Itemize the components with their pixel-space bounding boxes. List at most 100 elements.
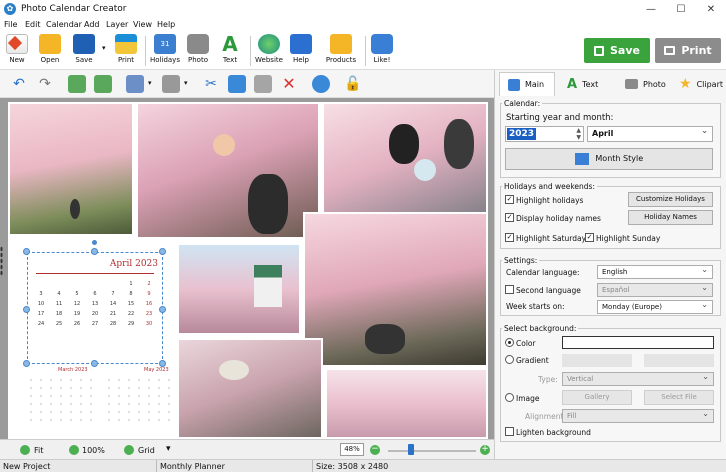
new-button[interactable]: New [5,34,29,64]
maximize-icon[interactable]: ☐ [668,2,694,17]
calendar-language-select[interactable]: English [597,265,713,279]
menu-file[interactable]: File [4,20,17,29]
website-button[interactable]: Website [254,34,284,64]
gradient-color-2[interactable] [644,354,714,367]
minimize-icon[interactable]: — [638,2,664,17]
gradient-color-1[interactable] [562,354,632,367]
rotate-handle[interactable] [92,240,97,245]
text-a-icon: A [222,32,238,56]
lighten-background-checkbox[interactable] [505,427,514,436]
zoom-100-button[interactable]: 100% [82,446,105,455]
menu-calendar[interactable]: Calendar [46,20,82,29]
second-language-select[interactable]: Español [597,283,713,297]
grid-dropdown-icon[interactable]: ▾ [166,444,171,454]
year-spin-icon[interactable]: ▲ ▼ [576,127,581,141]
open-button[interactable]: Open [38,34,62,64]
panel-grip[interactable] [0,246,3,276]
copy-icon[interactable] [228,75,246,93]
save-button[interactable]: Save [584,38,650,63]
fit-button[interactable]: Fit [34,446,43,455]
menu-add[interactable]: Add [84,20,100,29]
resize-handle[interactable] [23,248,30,255]
gradient-radio[interactable] [505,355,514,364]
undo-icon[interactable]: ↶ [10,75,28,93]
tab-text[interactable]: A Text [559,72,615,96]
tab-clipart[interactable]: ★ Clipart [671,72,726,96]
tab-photo[interactable]: Photo [617,72,673,96]
resize-handle[interactable] [159,248,166,255]
align-dropdown-icon[interactable]: ▾ [148,79,152,87]
menu-help[interactable]: Help [157,20,175,29]
save-toolbar-button[interactable]: Save [72,34,96,64]
resize-handle[interactable] [159,306,166,313]
photo-parents-bubbles[interactable] [322,102,488,214]
highlight-sunday-checkbox[interactable]: ✓ [585,233,594,242]
week-starts-select[interactable]: Monday (Europe) [597,300,713,314]
photo-button[interactable]: Photo [186,34,210,64]
paste-icon[interactable] [254,75,272,93]
resize-handle[interactable] [91,360,98,367]
grid-button[interactable]: Grid [138,446,155,455]
holiday-names-button[interactable]: Holiday Names [628,210,713,225]
month-select[interactable]: April [587,126,713,142]
zoom-slider-thumb[interactable] [408,444,414,455]
like-button[interactable]: Like! [370,34,394,64]
text-button[interactable]: A Text [218,34,242,64]
distribute-icon[interactable] [162,75,180,93]
print-toolbar-button[interactable]: Print [114,34,138,64]
photo-woman-hat[interactable] [177,338,323,439]
photo-castle[interactable] [177,243,301,335]
photo-family-baby[interactable] [136,102,320,239]
bring-forward-icon[interactable] [68,75,86,93]
lock-icon[interactable]: 🔓 [344,75,362,93]
select-file-button[interactable]: Select File [644,390,714,405]
image-radio[interactable] [505,393,514,402]
second-language-checkbox[interactable] [505,285,514,294]
resize-handle[interactable] [91,248,98,255]
zoom-level-field[interactable]: 48% [340,443,364,456]
zoom-100-icon[interactable] [69,445,79,455]
tab-main[interactable]: Main [499,72,555,96]
photo-blossom-trees[interactable] [325,368,488,439]
gradient-type-select[interactable]: Vertical [562,372,714,386]
calendar-page[interactable]: April 2023 1 2 3 4 5 6 7 8 9 10 11 12 13 14 15 16 17 18 19… [8,102,488,439]
menu-view[interactable]: View [133,20,152,29]
send-backward-icon[interactable] [94,75,112,93]
fit-icon[interactable] [20,445,30,455]
photo-picnic[interactable] [303,212,488,367]
month-style-button[interactable]: Month Style [505,148,713,170]
alignment-select[interactable]: Fill [562,409,714,423]
cut-icon[interactable]: ✂ [202,75,220,93]
year-value[interactable]: 2023 [507,128,537,140]
grid-icon[interactable] [124,445,134,455]
redo-icon[interactable]: ↷ [36,75,54,93]
save-dropdown-icon[interactable]: ▾ [102,44,106,52]
photo-cherry-path[interactable] [8,102,134,236]
close-icon[interactable]: ✕ [698,2,724,17]
color-swatch[interactable] [562,336,714,349]
gallery-button[interactable]: Gallery [562,390,632,405]
resize-handle[interactable] [23,360,30,367]
year-stepper[interactable]: 2023 ▲ ▼ [505,126,584,142]
zoom-out-icon[interactable]: − [370,445,380,455]
holidays-button[interactable]: 31 Holidays [150,34,180,64]
zoom-in-icon[interactable]: + [480,445,490,455]
highlight-holidays-checkbox[interactable]: ✓ [505,195,514,204]
customize-holidays-button[interactable]: Customize Holidays [628,192,713,207]
menu-layer[interactable]: Layer [106,20,128,29]
color-radio[interactable] [505,338,514,347]
highlight-saturday-checkbox[interactable]: ✓ [505,233,514,242]
help-button[interactable]: Help [289,34,313,64]
delete-icon[interactable]: ✕ [280,75,298,93]
distribute-dropdown-icon[interactable]: ▾ [184,79,188,87]
menu-edit[interactable]: Edit [25,20,41,29]
properties-icon[interactable] [312,75,330,93]
display-holiday-names-checkbox[interactable]: ✓ [505,213,514,222]
products-button[interactable]: Products [324,34,358,64]
resize-handle[interactable] [159,360,166,367]
print-button[interactable]: Print [655,38,721,63]
zoom-slider-track[interactable] [388,450,476,452]
align-icon[interactable] [126,75,144,93]
resize-handle[interactable] [23,306,30,313]
month-calendar-block[interactable]: April 2023 1 2 3 4 5 6 7 8 9 10 11 12 13 14 15 16 17 18 19… [27,252,163,364]
